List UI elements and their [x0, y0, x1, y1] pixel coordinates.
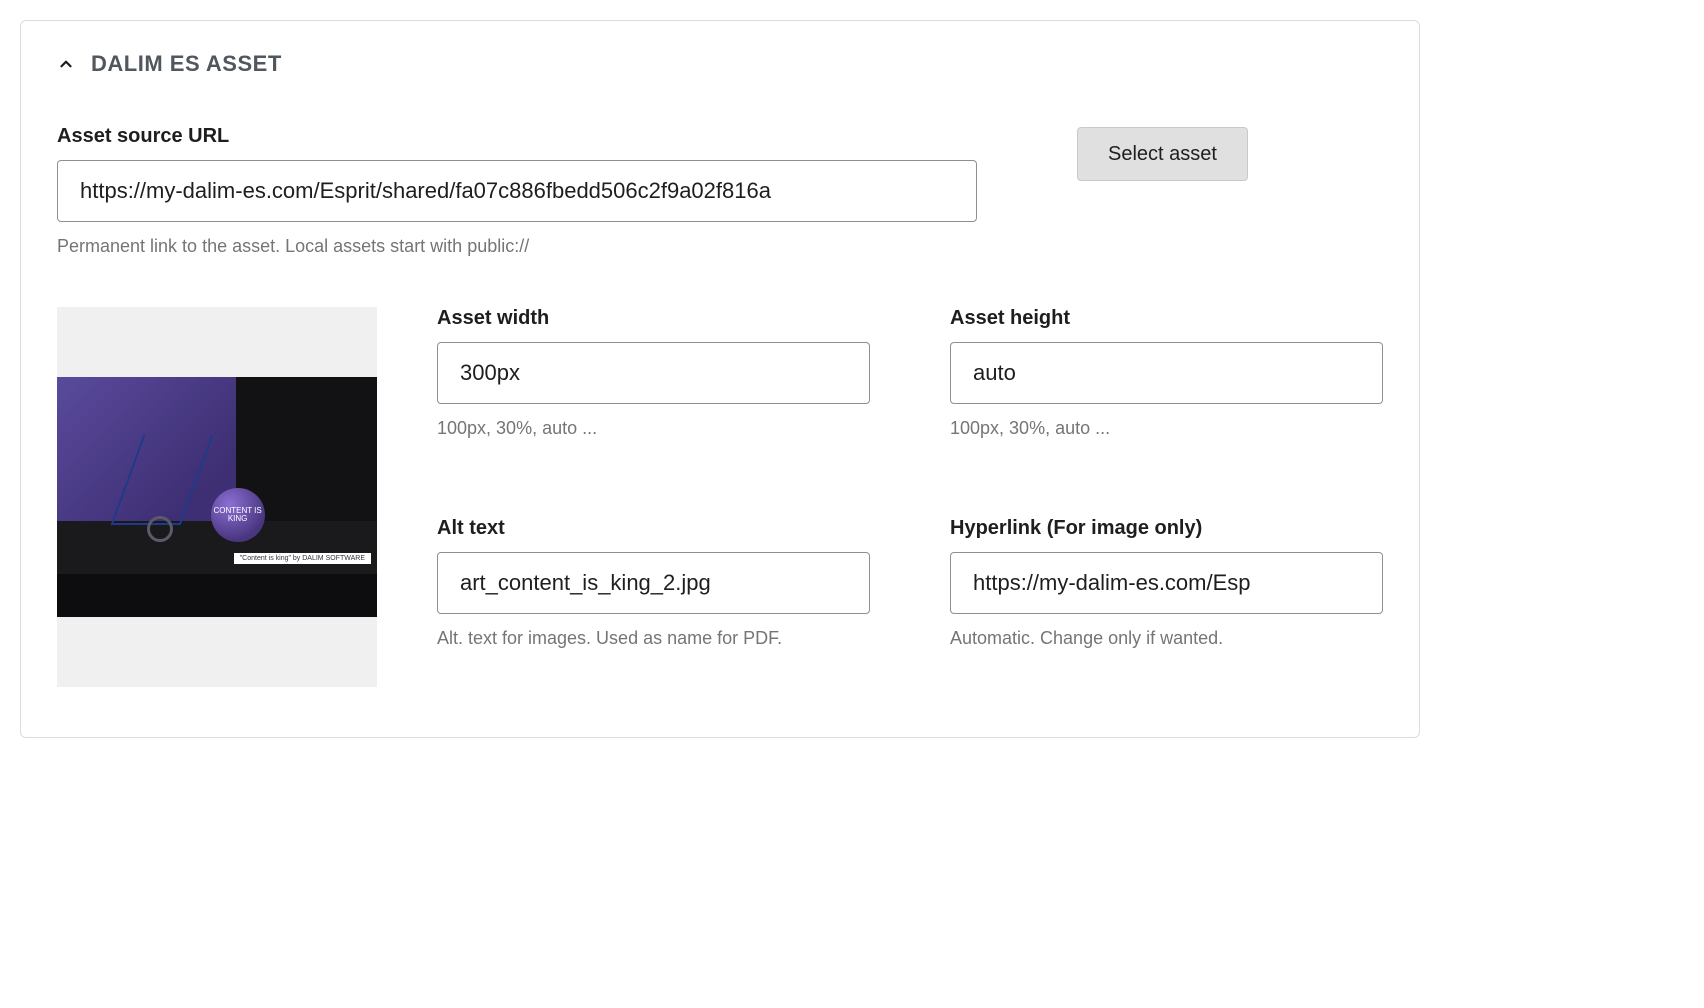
thumbnail-ball-text: CONTENT IS KING [211, 507, 265, 523]
alt-label: Alt text [437, 517, 870, 540]
alt-input[interactable] [437, 552, 870, 614]
panel-header[interactable]: DALIM ES ASSET [57, 51, 1383, 77]
source-url-label: Asset source URL [57, 125, 977, 148]
panel-title: DALIM ES ASSET [91, 51, 282, 77]
asset-panel: DALIM ES ASSET Asset source URL Permanen… [20, 20, 1420, 738]
thumbnail-image: CONTENT IS KING "Content is king" by DAL… [57, 377, 377, 617]
width-help: 100px, 30%, auto ... [437, 416, 870, 441]
thumbnail-caption: "Content is king" by DALIM SOFTWARE [234, 553, 371, 564]
select-asset-button[interactable]: Select asset [1077, 127, 1248, 181]
hyperlink-label: Hyperlink (For image only) [950, 517, 1383, 540]
width-input[interactable] [437, 342, 870, 404]
width-label: Asset width [437, 307, 870, 330]
alt-help: Alt. text for images. Used as name for P… [437, 626, 870, 651]
chevron-up-icon [57, 55, 75, 73]
source-url-help: Permanent link to the asset. Local asset… [57, 234, 977, 259]
source-url-input[interactable] [57, 160, 977, 222]
asset-thumbnail: CONTENT IS KING "Content is king" by DAL… [57, 307, 377, 687]
hyperlink-help: Automatic. Change only if wanted. [950, 626, 1383, 651]
hyperlink-input[interactable] [950, 552, 1383, 614]
height-input[interactable] [950, 342, 1383, 404]
height-label: Asset height [950, 307, 1383, 330]
height-help: 100px, 30%, auto ... [950, 416, 1383, 441]
